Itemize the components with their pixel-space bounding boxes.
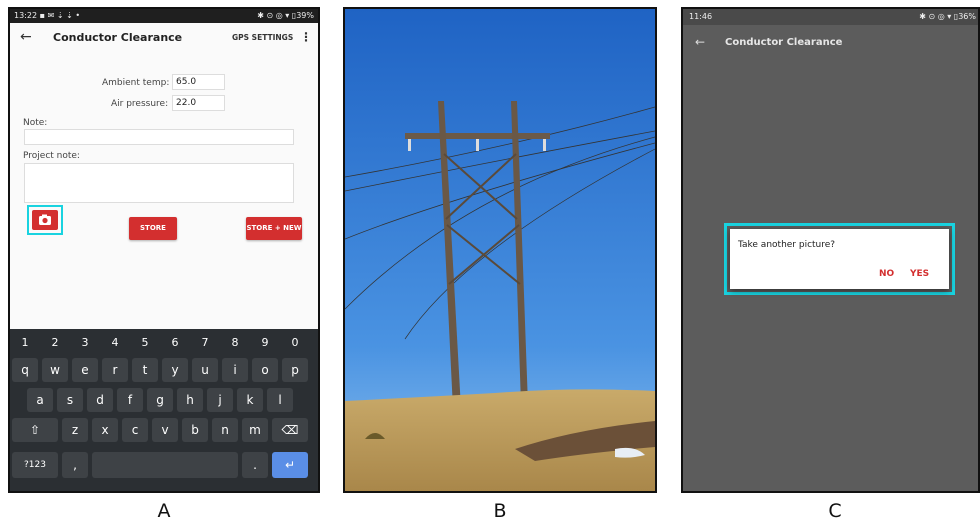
- backspace-icon[interactable]: ⌫: [272, 418, 308, 442]
- camera-icon: [39, 214, 51, 225]
- back-arrow-icon[interactable]: ←: [695, 35, 705, 49]
- screenshot-a: 13:22 ▪ ✉ ⇣ ⇣ • ✱ ⊙ ◎ ▾ ▯39% ← Conductor…: [8, 7, 320, 493]
- key[interactable]: y: [162, 358, 188, 382]
- utility-pole-photo: [345, 9, 655, 491]
- key[interactable]: e: [72, 358, 98, 382]
- key[interactable]: u: [192, 358, 218, 382]
- ambient-temp-input[interactable]: 65.0: [172, 74, 225, 90]
- note-input[interactable]: [24, 129, 294, 145]
- screenshot-b-photo: [343, 7, 657, 493]
- status-time: 13:22: [14, 11, 38, 20]
- camera-highlight: [27, 205, 63, 235]
- key[interactable]: m: [242, 418, 268, 442]
- key[interactable]: h: [177, 388, 203, 412]
- gps-settings-button[interactable]: GPS SETTINGS: [232, 33, 293, 42]
- onscreen-keyboard: 1 2 3 4 5 6 7 8 9 0 q w e r t y u i o p …: [10, 329, 318, 491]
- comma-key[interactable]: ,: [62, 452, 88, 478]
- project-note-textarea[interactable]: [24, 163, 294, 203]
- air-pressure-label: Air pressure:: [111, 99, 169, 109]
- key[interactable]: j: [207, 388, 233, 412]
- conductor-clearance-form: ← Conductor Clearance GPS SETTINGS ⋮ Amb…: [10, 23, 318, 329]
- air-pressure-input[interactable]: 22.0: [172, 95, 225, 111]
- key[interactable]: n: [212, 418, 238, 442]
- status-system-icons: ✱ ⊙ ◎ ▾ ▯39%: [257, 11, 314, 20]
- status-bar: 11:46 ✱ ⊙ ◎ ▾ ▯36%: [683, 9, 978, 25]
- key[interactable]: k: [237, 388, 263, 412]
- key[interactable]: 6: [160, 334, 190, 352]
- key[interactable]: b: [182, 418, 208, 442]
- status-system-icons: ✱ ⊙ ◎ ▾ ▯36%: [919, 12, 976, 21]
- key[interactable]: s: [57, 388, 83, 412]
- overflow-menu-icon[interactable]: ⋮: [300, 30, 312, 44]
- status-notification-icons: ▪ ✉ ⇣ ⇣ •: [39, 11, 81, 20]
- status-bar: 13:22 ▪ ✉ ⇣ ⇣ • ✱ ⊙ ◎ ▾ ▯39%: [10, 9, 318, 23]
- yes-button[interactable]: YES: [910, 269, 929, 279]
- take-another-picture-dialog: Take another picture? NO YES: [730, 229, 949, 289]
- ambient-temp-label: Ambient temp:: [102, 78, 170, 88]
- key[interactable]: 4: [100, 334, 130, 352]
- key[interactable]: 8: [220, 334, 250, 352]
- page-title: Conductor Clearance: [53, 31, 183, 44]
- key[interactable]: w: [42, 358, 68, 382]
- key[interactable]: t: [132, 358, 158, 382]
- key[interactable]: v: [152, 418, 178, 442]
- key[interactable]: f: [117, 388, 143, 412]
- back-arrow-icon[interactable]: ←: [20, 29, 32, 45]
- screenshot-c: 11:46 ✱ ⊙ ◎ ▾ ▯36% ← Conductor Clearance…: [681, 7, 980, 493]
- key[interactable]: p: [282, 358, 308, 382]
- key[interactable]: 5: [130, 334, 160, 352]
- caption-b: B: [493, 500, 507, 522]
- project-note-label: Project note:: [23, 151, 80, 161]
- key[interactable]: 1: [10, 334, 40, 352]
- key[interactable]: c: [122, 418, 148, 442]
- key[interactable]: q: [12, 358, 38, 382]
- page-title: Conductor Clearance: [725, 37, 843, 48]
- dialog-highlight: Take another picture? NO YES: [724, 223, 955, 295]
- camera-button[interactable]: [32, 210, 58, 230]
- key[interactable]: g: [147, 388, 173, 412]
- key[interactable]: r: [102, 358, 128, 382]
- store-button[interactable]: STORE: [129, 217, 177, 240]
- shift-icon[interactable]: ⇧: [12, 418, 58, 442]
- no-button[interactable]: NO: [879, 269, 894, 279]
- key[interactable]: 9: [250, 334, 280, 352]
- caption-a: A: [157, 500, 171, 522]
- key[interactable]: 2: [40, 334, 70, 352]
- key[interactable]: 0: [280, 334, 310, 352]
- key[interactable]: x: [92, 418, 118, 442]
- period-key[interactable]: .: [242, 452, 268, 478]
- note-label: Note:: [23, 118, 48, 128]
- dialog-message: Take another picture?: [738, 240, 836, 250]
- key[interactable]: z: [62, 418, 88, 442]
- status-time: 11:46: [689, 12, 713, 21]
- key[interactable]: 3: [70, 334, 100, 352]
- key[interactable]: d: [87, 388, 113, 412]
- key[interactable]: l: [267, 388, 293, 412]
- key[interactable]: a: [27, 388, 53, 412]
- symbols-key[interactable]: ?123: [12, 452, 58, 478]
- caption-c: C: [828, 500, 842, 522]
- store-new-button[interactable]: STORE + NEW: [246, 217, 302, 240]
- enter-icon[interactable]: ↵: [272, 452, 308, 478]
- app-bar: ← Conductor Clearance GPS SETTINGS ⋮: [10, 23, 318, 53]
- spacebar[interactable]: [92, 452, 238, 478]
- key[interactable]: 7: [190, 334, 220, 352]
- key[interactable]: i: [222, 358, 248, 382]
- key[interactable]: o: [252, 358, 278, 382]
